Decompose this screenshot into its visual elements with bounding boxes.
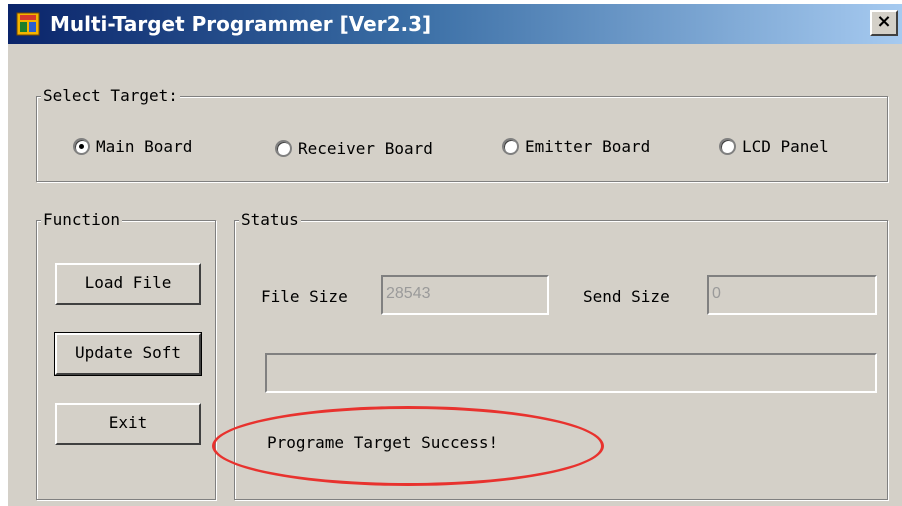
radio-button-icon[interactable]: [502, 138, 519, 155]
radio-emitter-board[interactable]: Emitter Board: [502, 137, 650, 156]
title-bar[interactable]: Multi-Target Programmer [Ver2.3] ×: [8, 4, 902, 44]
radio-emitter-board-label: Emitter Board: [525, 137, 651, 156]
progress-bar: [265, 353, 877, 393]
radio-button-checked-icon[interactable]: [73, 138, 90, 155]
file-size-label: File Size: [261, 287, 348, 306]
window-title: Multi-Target Programmer [Ver2.3]: [50, 12, 432, 36]
radio-button-icon[interactable]: [719, 138, 736, 155]
function-legend: Function: [41, 210, 123, 230]
app-icon: [16, 12, 40, 36]
function-group: Function Load File Update Soft Exit: [36, 210, 216, 500]
update-soft-button[interactable]: Update Soft: [54, 332, 202, 376]
radio-main-board[interactable]: Main Board: [73, 137, 192, 156]
status-group: Status File Size 28543 Send Size 0 Progr…: [234, 210, 888, 500]
select-target-group: Select Target: Main Board Receiver Board…: [36, 86, 888, 182]
send-size-field[interactable]: 0: [707, 275, 877, 315]
send-size-label: Send Size: [583, 287, 670, 306]
radio-button-icon[interactable]: [275, 140, 292, 157]
app-window: Multi-Target Programmer [Ver2.3] × Selec…: [6, 2, 902, 506]
radio-lcd-panel[interactable]: LCD Panel: [719, 137, 829, 156]
radio-lcd-panel-label: LCD Panel: [742, 137, 829, 156]
load-file-button[interactable]: Load File: [55, 263, 201, 305]
radio-receiver-board-label: Receiver Board: [298, 139, 433, 158]
status-legend: Status: [239, 210, 301, 230]
select-target-legend: Select Target:: [41, 86, 180, 106]
radio-main-board-label: Main Board: [96, 137, 193, 156]
close-button[interactable]: ×: [870, 10, 898, 36]
status-message: Programe Target Success!: [267, 433, 499, 452]
close-icon: ×: [876, 11, 892, 32]
exit-button[interactable]: Exit: [55, 403, 201, 445]
file-size-field[interactable]: 28543: [381, 275, 549, 315]
radio-receiver-board[interactable]: Receiver Board: [275, 139, 433, 158]
